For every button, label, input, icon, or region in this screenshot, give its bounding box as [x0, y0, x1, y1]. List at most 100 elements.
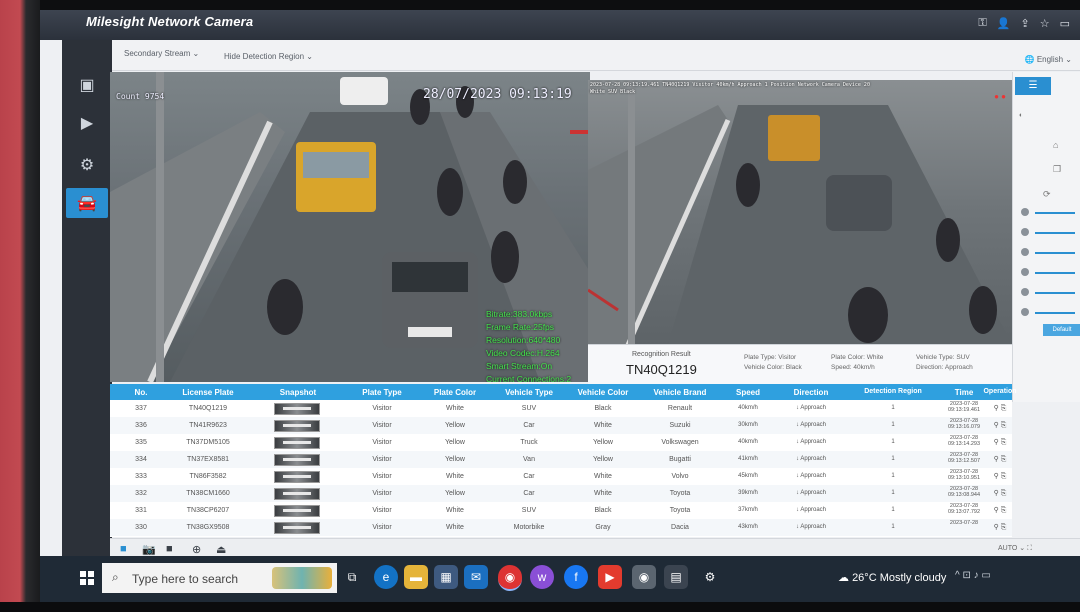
- cell-no: 332: [135, 490, 147, 497]
- exposure-slider[interactable]: [1035, 292, 1075, 294]
- row-actions-icons[interactable]: ⚲ ⎘: [984, 489, 1012, 498]
- media-player-icon[interactable]: ▶: [598, 565, 622, 589]
- copy-icon[interactable]: ❐: [1053, 164, 1061, 175]
- col-detection-region: Detection Region: [864, 388, 922, 395]
- snapshot-view[interactable]: 2023-07-28 09:13:19.461 TN40Q1219 Visito…: [588, 80, 1012, 345]
- star-icon[interactable]: ☆: [1040, 17, 1050, 30]
- table-row[interactable]: 335 TN37DM5105 Visitor Yellow Truck Yell…: [110, 434, 1012, 451]
- cell-plate-type: Visitor: [372, 456, 392, 463]
- cell-clock: 09:13:07.792: [947, 509, 981, 515]
- detection-region-select[interactable]: Hide Detection Region ⌄: [224, 52, 313, 61]
- lpr-car-icon[interactable]: 🚘: [66, 188, 108, 218]
- snapshot-thumbnail[interactable]: [274, 505, 320, 517]
- cell-direction: ↓ Approach: [795, 507, 827, 513]
- snapshot-thumbnail[interactable]: [274, 454, 320, 466]
- refresh-icon[interactable]: ⟳: [1043, 189, 1051, 200]
- snapshot-thumbnail[interactable]: [274, 437, 320, 449]
- row-actions-icons[interactable]: ⚲ ⎘: [984, 523, 1012, 532]
- live-view-icon[interactable]: ▣: [74, 72, 100, 98]
- row-actions-icons[interactable]: ⚲ ⎘: [984, 455, 1012, 464]
- vehicle-speed: Speed: 40km/h: [831, 364, 875, 371]
- system-tray[interactable]: ^ ⊡ ♪ ▭: [955, 570, 991, 581]
- zoom-in-icon[interactable]: ⊕: [192, 543, 201, 556]
- col-plate-type: Plate Type: [362, 388, 402, 397]
- row-actions-icons[interactable]: ⚲ ⎘: [984, 438, 1012, 447]
- cell-date: 2023-07-28: [949, 520, 979, 526]
- facebook-icon[interactable]: f: [564, 565, 588, 589]
- record-icon[interactable]: ■: [166, 543, 173, 555]
- cell-plate-color: White: [446, 524, 464, 531]
- row-actions-icons[interactable]: ⚲ ⎘: [984, 404, 1012, 413]
- settings-icon[interactable]: ⚙: [698, 565, 722, 589]
- search-highlight-icon: [272, 567, 332, 589]
- snapshot-thumbnail[interactable]: [274, 522, 320, 534]
- auto-mode-select[interactable]: AUTO ⌄ ⛶: [998, 544, 1032, 553]
- cell-vehicle-color: Black: [594, 405, 612, 412]
- table-row[interactable]: 337 TN40Q1219 Visitor White SUV Black Re…: [110, 400, 1012, 417]
- table-row[interactable]: 333 TN86F3582 Visitor White Car White Vo…: [110, 468, 1012, 485]
- playback-icon[interactable]: ▶: [74, 110, 100, 136]
- osd-stat: Current Connections:2: [486, 374, 572, 382]
- osd-stat: Smart Stream:On: [486, 361, 553, 371]
- saturation-slider[interactable]: [1035, 252, 1075, 254]
- app-w-icon[interactable]: w: [530, 565, 554, 589]
- toggle-icon[interactable]: ◐: [1019, 112, 1023, 119]
- taskbar-search-box[interactable]: ⌕ Type here to search: [102, 563, 337, 593]
- table-row[interactable]: 330 TN38GX9508 Visitor White Motorbike G…: [110, 519, 1012, 536]
- windows-start-icon[interactable]: [80, 571, 94, 585]
- key-icon[interactable]: ⚿: [978, 17, 986, 30]
- settings-tab-icon[interactable]: ☰: [1015, 77, 1051, 95]
- cell-speed: 30km/h: [738, 422, 758, 428]
- language-select[interactable]: 🌐 English ⌄: [1025, 55, 1072, 64]
- stop-icon[interactable]: ■: [120, 543, 127, 555]
- user-icon[interactable]: 👤: [997, 17, 1011, 30]
- snapshot-thumbnail[interactable]: [274, 471, 320, 483]
- settings-gear-icon[interactable]: ⚙: [74, 152, 100, 178]
- menu-icon[interactable]: ▭: [1060, 17, 1070, 30]
- cell-speed: 40km/h: [738, 405, 758, 411]
- weather-widget[interactable]: ☁ 26°C Mostly cloudy: [838, 571, 946, 584]
- export-icon[interactable]: ⇪: [1021, 17, 1030, 30]
- file-explorer-icon[interactable]: ▬: [404, 565, 428, 589]
- col-snapshot: Snapshot: [279, 388, 317, 397]
- chrome-icon[interactable]: ◉: [498, 565, 522, 591]
- stream-select[interactable]: Secondary Stream ⌄: [124, 49, 199, 58]
- cell-plate: TN38GX9508: [186, 524, 230, 531]
- task-view-icon[interactable]: ⧉: [340, 565, 364, 589]
- default-button[interactable]: Default: [1043, 324, 1080, 336]
- contrast-slider[interactable]: [1035, 232, 1075, 234]
- edge-icon[interactable]: e: [374, 565, 398, 589]
- sharpness-slider[interactable]: [1035, 272, 1075, 274]
- cell-direction: ↓ Approach: [795, 422, 827, 428]
- snapshot-thumbnail[interactable]: [274, 488, 320, 500]
- row-actions-icons[interactable]: ⚲ ⎘: [984, 506, 1012, 515]
- gain-slider[interactable]: [1035, 312, 1075, 314]
- left-nav: ▣ ▶ ⚙ 🚘: [62, 40, 112, 560]
- alarm-icon[interactable]: ⏏: [216, 543, 226, 556]
- brightness-slider[interactable]: [1035, 212, 1075, 214]
- snapshot-thumbnail[interactable]: [274, 403, 320, 415]
- snapshot-camera-icon[interactable]: 📷: [142, 543, 156, 556]
- cell-vehicle-type: SUV: [521, 405, 537, 412]
- row-actions-icons[interactable]: ⚲ ⎘: [984, 421, 1012, 430]
- table-row[interactable]: 334 TN37EX8581 Visitor Yellow Van Yellow…: [110, 451, 1012, 468]
- close-snapshot-icons[interactable]: ● ●: [994, 92, 1006, 101]
- cell-vehicle-type: Van: [523, 456, 535, 463]
- live-camera-view[interactable]: Count 9754 28/07/2023 09:13:19 Bitrate:3…: [110, 72, 590, 382]
- camera-app-icon[interactable]: ◉: [632, 565, 656, 589]
- cell-no: 333: [135, 473, 147, 480]
- cell-plate-type: Visitor: [372, 524, 392, 531]
- row-actions-icons[interactable]: ⚲ ⎘: [984, 472, 1012, 481]
- table-row[interactable]: 331 TN38CP6207 Visitor White SUV Black T…: [110, 502, 1012, 519]
- cell-brand: Toyota: [669, 490, 691, 497]
- vehicle-type-info: Vehicle Type: SUV Direction: Approach: [916, 353, 973, 373]
- snapshot-thumbnail[interactable]: [274, 420, 320, 432]
- store-icon[interactable]: ▦: [434, 565, 458, 589]
- table-row[interactable]: 332 TN38CM1660 Visitor Yellow Car White …: [110, 485, 1012, 502]
- cell-clock: 09:13:16.079: [947, 424, 981, 430]
- window-app-icon[interactable]: ▤: [664, 565, 688, 589]
- records-table-header: No. License Plate Snapshot Plate Type Pl…: [110, 384, 1017, 400]
- camera-icon[interactable]: ⌂: [1053, 140, 1058, 150]
- table-row[interactable]: 336 TN41R9623 Visitor Yellow Car White S…: [110, 417, 1012, 434]
- mail-icon[interactable]: ✉: [464, 565, 488, 589]
